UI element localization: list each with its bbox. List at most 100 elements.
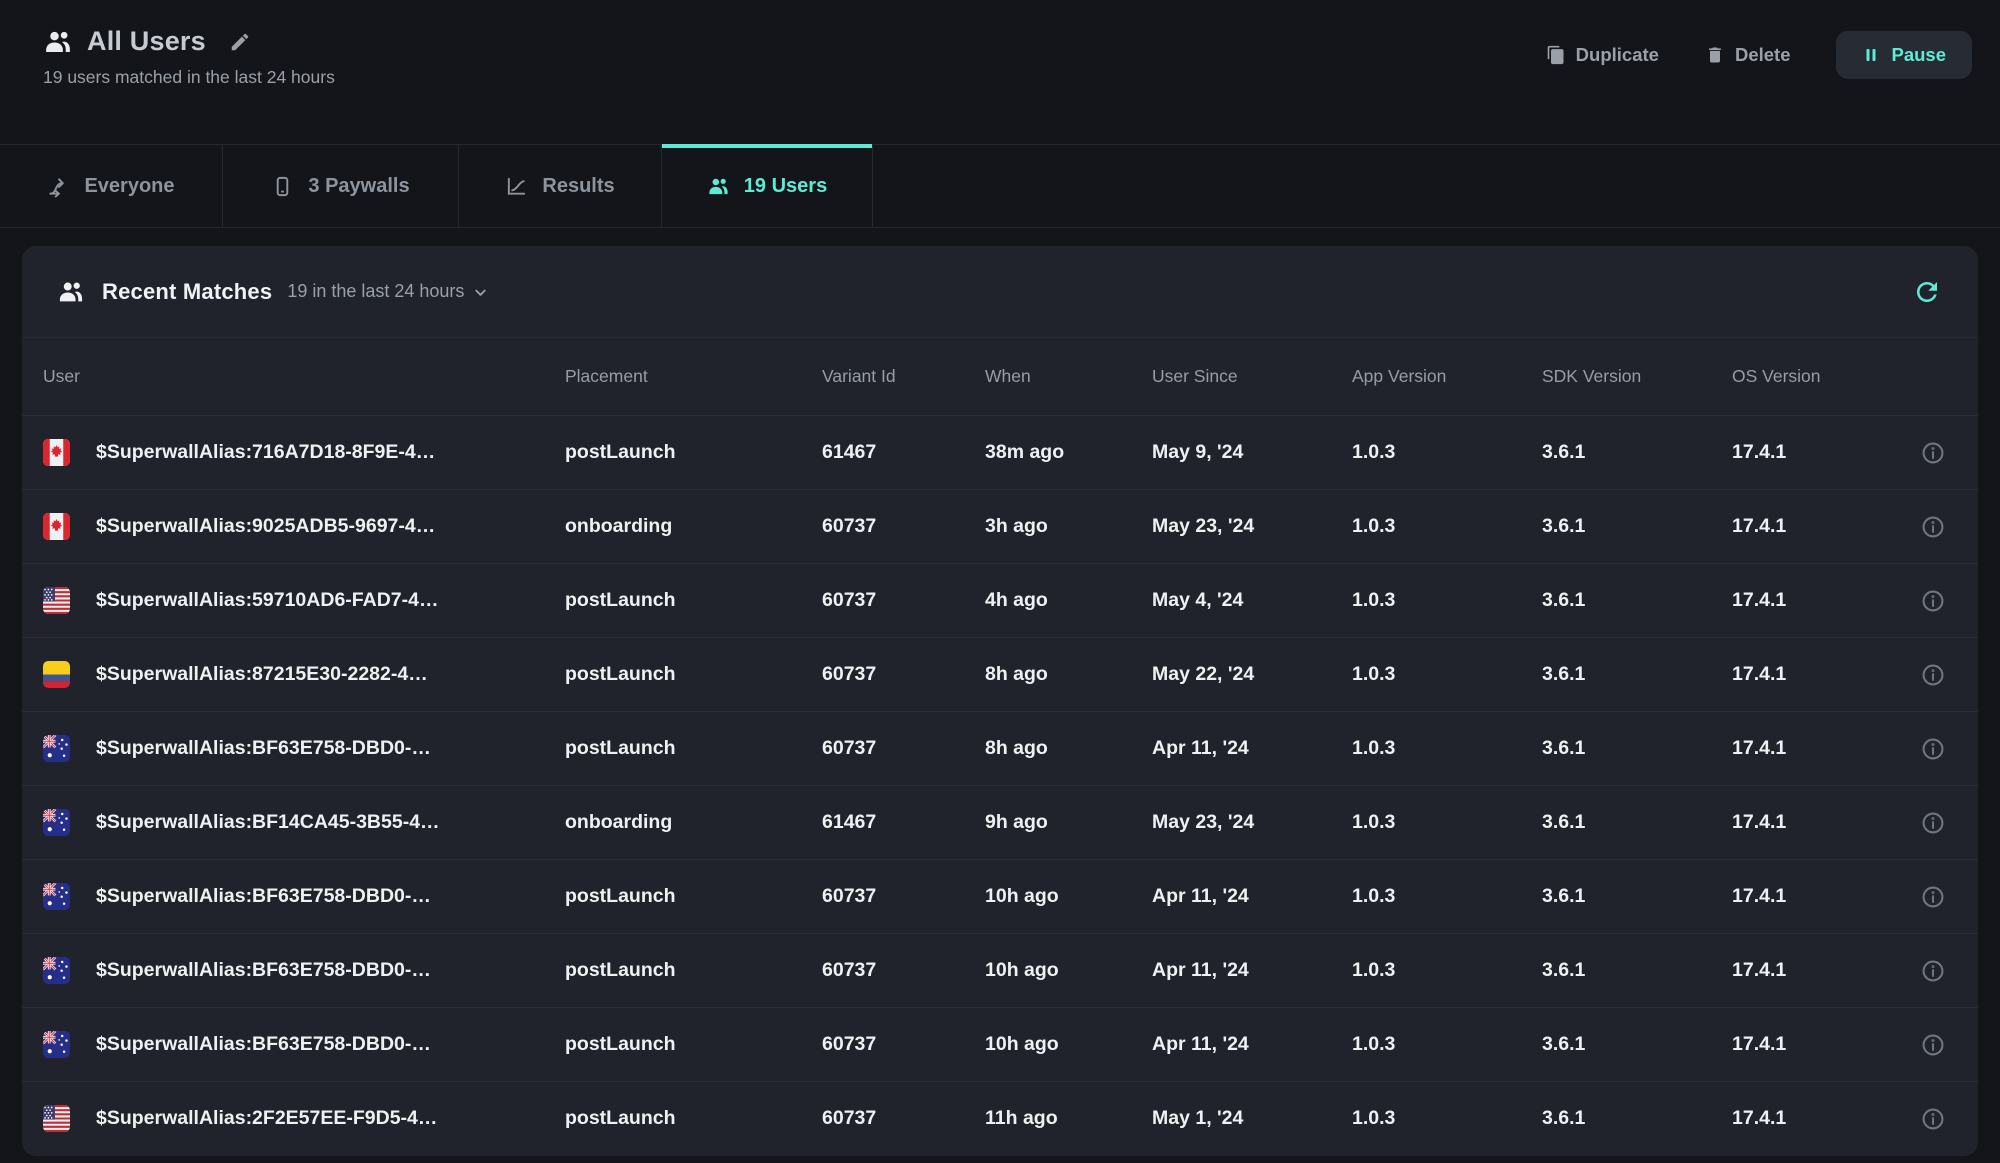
user-since-cell: Apr 11, '24	[1152, 959, 1352, 982]
user-since-cell: Apr 11, '24	[1152, 885, 1352, 908]
user-since-cell: May 23, '24	[1152, 811, 1352, 834]
flag-canada-icon	[43, 439, 70, 466]
info-cell	[1910, 440, 1956, 466]
variant-id-cell: 61467	[822, 441, 985, 464]
info-icon[interactable]	[1920, 884, 1946, 910]
pause-button[interactable]: Pause	[1836, 31, 1972, 79]
table-body: $SuperwallAlias:716A7D18-8F9E-4… postLau…	[22, 415, 1978, 1155]
pause-icon	[1862, 46, 1880, 64]
pause-label: Pause	[1891, 44, 1946, 66]
column-header-app-version: App Version	[1352, 366, 1542, 387]
table-row[interactable]: $SuperwallAlias:59710AD6-FAD7-4… postLau…	[22, 563, 1978, 637]
info-icon[interactable]	[1920, 1032, 1946, 1058]
when-cell: 10h ago	[985, 959, 1152, 982]
info-icon[interactable]	[1920, 662, 1946, 688]
variant-id-cell: 61467	[822, 811, 985, 834]
user-alias: $SuperwallAlias:716A7D18-8F9E-4…	[96, 441, 435, 464]
user-alias: $SuperwallAlias:BF63E758-DBD0-…	[96, 885, 431, 908]
when-cell: 3h ago	[985, 515, 1152, 538]
variant-id-cell: 60737	[822, 959, 985, 982]
tab-results-label: Results	[542, 175, 614, 198]
info-icon[interactable]	[1920, 1106, 1946, 1132]
user-alias: $SuperwallAlias:2F2E57EE-F9D5-4…	[96, 1107, 437, 1130]
sdk-version-cell: 3.6.1	[1542, 885, 1732, 908]
info-cell	[1910, 588, 1956, 614]
table-row[interactable]: $SuperwallAlias:BF63E758-DBD0-… postLaun…	[22, 859, 1978, 933]
user-cell: $SuperwallAlias:2F2E57EE-F9D5-4…	[43, 1105, 565, 1132]
matches-filter-dropdown[interactable]: 19 in the last 24 hours	[287, 281, 488, 302]
info-icon[interactable]	[1920, 588, 1946, 614]
info-icon[interactable]	[1920, 440, 1946, 466]
duplicate-button[interactable]: Duplicate	[1546, 44, 1659, 66]
user-cell: $SuperwallAlias:BF63E758-DBD0-…	[43, 883, 565, 910]
user-since-cell: Apr 11, '24	[1152, 737, 1352, 760]
os-version-cell: 17.4.1	[1732, 515, 1910, 538]
user-alias: $SuperwallAlias:BF63E758-DBD0-…	[96, 1033, 431, 1056]
table-row[interactable]: $SuperwallAlias:87215E30-2282-4… postLau…	[22, 637, 1978, 711]
app-version-cell: 1.0.3	[1352, 811, 1542, 834]
column-header-placement: Placement	[565, 366, 822, 387]
page-subtitle: 19 users matched in the last 24 hours	[43, 67, 335, 88]
card-title: Recent Matches	[102, 279, 272, 305]
when-cell: 11h ago	[985, 1107, 1152, 1130]
sdk-version-cell: 3.6.1	[1542, 515, 1732, 538]
flag-canada-icon	[43, 513, 70, 540]
info-cell	[1910, 736, 1956, 762]
flag-australia-icon	[43, 1031, 70, 1058]
tab-results[interactable]: Results	[459, 145, 662, 227]
table-row[interactable]: $SuperwallAlias:716A7D18-8F9E-4… postLau…	[22, 415, 1978, 489]
placement-cell: onboarding	[565, 515, 822, 538]
app-version-cell: 1.0.3	[1352, 1033, 1542, 1056]
tab-paywalls[interactable]: 3 Paywalls	[223, 145, 459, 227]
placement-cell: postLaunch	[565, 959, 822, 982]
user-cell: $SuperwallAlias:BF63E758-DBD0-…	[43, 735, 565, 762]
table-row[interactable]: $SuperwallAlias:BF14CA45-3B55-4… onboard…	[22, 785, 1978, 859]
when-cell: 9h ago	[985, 811, 1152, 834]
info-icon[interactable]	[1920, 810, 1946, 836]
user-alias: $SuperwallAlias:59710AD6-FAD7-4…	[96, 589, 438, 612]
sdk-version-cell: 3.6.1	[1542, 811, 1732, 834]
info-icon[interactable]	[1920, 736, 1946, 762]
sdk-version-cell: 3.6.1	[1542, 959, 1732, 982]
os-version-cell: 17.4.1	[1732, 885, 1910, 908]
pencil-icon[interactable]	[229, 31, 251, 53]
table-row[interactable]: $SuperwallAlias:BF63E758-DBD0-… postLaun…	[22, 933, 1978, 1007]
os-version-cell: 17.4.1	[1732, 589, 1910, 612]
table-row[interactable]: $SuperwallAlias:BF63E758-DBD0-… postLaun…	[22, 1007, 1978, 1081]
placement-cell: postLaunch	[565, 885, 822, 908]
recent-matches-card: Recent Matches 19 in the last 24 hours U…	[22, 246, 1978, 1156]
placement-cell: postLaunch	[565, 663, 822, 686]
chevron-down-icon	[473, 283, 488, 300]
table-row[interactable]: $SuperwallAlias:9025ADB5-9697-4… onboard…	[22, 489, 1978, 563]
refresh-icon[interactable]	[1912, 277, 1942, 307]
variant-id-cell: 60737	[822, 1033, 985, 1056]
matches-filter-label: 19 in the last 24 hours	[287, 281, 464, 302]
placement-cell: onboarding	[565, 811, 822, 834]
info-icon[interactable]	[1920, 958, 1946, 984]
delete-button[interactable]: Delete	[1705, 44, 1791, 66]
user-cell: $SuperwallAlias:87215E30-2282-4…	[43, 661, 565, 688]
info-icon[interactable]	[1920, 514, 1946, 540]
card-header: Recent Matches 19 in the last 24 hours	[22, 246, 1978, 338]
app-version-cell: 1.0.3	[1352, 663, 1542, 686]
users-icon	[57, 278, 85, 306]
user-since-cell: Apr 11, '24	[1152, 1033, 1352, 1056]
variant-id-cell: 60737	[822, 589, 985, 612]
app-version-cell: 1.0.3	[1352, 1107, 1542, 1130]
table-row[interactable]: $SuperwallAlias:2F2E57EE-F9D5-4… postLau…	[22, 1081, 1978, 1155]
tab-everyone[interactable]: Everyone	[0, 145, 223, 227]
info-cell	[1910, 1106, 1956, 1132]
user-cell: $SuperwallAlias:59710AD6-FAD7-4…	[43, 587, 565, 614]
flag-colombia-icon	[43, 661, 70, 688]
user-alias: $SuperwallAlias:87215E30-2282-4…	[96, 663, 428, 686]
sdk-version-cell: 3.6.1	[1542, 663, 1732, 686]
sdk-version-cell: 3.6.1	[1542, 589, 1732, 612]
table-header-row: User Placement Variant Id When User Sinc…	[22, 338, 1978, 415]
flag-australia-icon	[43, 883, 70, 910]
variant-id-cell: 60737	[822, 885, 985, 908]
os-version-cell: 17.4.1	[1732, 737, 1910, 760]
when-cell: 10h ago	[985, 1033, 1152, 1056]
tab-bar: Everyone 3 Paywalls Results 19 Users	[0, 144, 2000, 228]
tab-users[interactable]: 19 Users	[662, 145, 873, 227]
table-row[interactable]: $SuperwallAlias:BF63E758-DBD0-… postLaun…	[22, 711, 1978, 785]
